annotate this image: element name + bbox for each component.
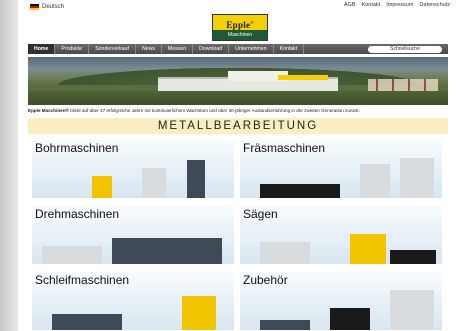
company-tagline: Epple Maschinen® blickt auf über 47 erfo… bbox=[28, 108, 448, 113]
nav-home[interactable]: Home bbox=[28, 44, 56, 54]
tile-title: Fräsmaschinen bbox=[243, 141, 326, 155]
top-links: AGB Kontakt Impressum Datenschutz bbox=[344, 2, 450, 8]
lathe-image bbox=[42, 246, 102, 264]
page-left-edge bbox=[0, 0, 18, 331]
mill-table-image bbox=[260, 184, 340, 198]
nav-sonderverkauf[interactable]: Sonderverkauf bbox=[89, 44, 136, 54]
site-content: Deutsch AGB Kontakt Impressum Datenschut… bbox=[22, 0, 452, 331]
logo-name: Epple bbox=[226, 20, 251, 30]
tile-title: Schleifmaschinen bbox=[35, 273, 130, 287]
category-tile-schleifmaschinen[interactable]: Schleifmaschinen bbox=[32, 272, 234, 330]
grinder-image bbox=[52, 314, 122, 330]
drill-machine-image bbox=[187, 160, 205, 198]
main-nav: Home Produkte Sonderverkauf News Messen … bbox=[28, 44, 448, 54]
nav-produkte[interactable]: Produkte bbox=[55, 44, 90, 54]
section-title: METALLBEARBEITUNG bbox=[28, 118, 448, 134]
saw-image bbox=[350, 234, 386, 264]
mill-machine-image bbox=[400, 158, 434, 198]
drill-machine-image bbox=[142, 168, 166, 198]
tile-title: Bohrmaschinen bbox=[35, 141, 119, 155]
link-datenschutz[interactable]: Datenschutz bbox=[419, 2, 450, 8]
logo-sub: Maschinen bbox=[227, 32, 253, 38]
accessory-image bbox=[330, 308, 370, 330]
nav-kontakt[interactable]: Kontakt bbox=[274, 44, 305, 54]
link-agb[interactable]: AGB bbox=[344, 2, 356, 8]
nav-download[interactable]: Download bbox=[193, 44, 230, 54]
tagline-brand: Epple Maschinen® bbox=[28, 108, 69, 113]
hero-ground bbox=[28, 91, 448, 105]
german-flag-icon bbox=[30, 4, 39, 10]
tile-title: Drehmaschinen bbox=[35, 207, 120, 221]
mill-machine-image bbox=[360, 164, 390, 198]
search-input[interactable]: Schnellsuche bbox=[368, 45, 442, 53]
lathe-image bbox=[112, 238, 222, 264]
tile-title: Zubehör bbox=[243, 273, 288, 287]
saw-image bbox=[390, 250, 436, 264]
grinder-image bbox=[182, 296, 216, 330]
category-tile-fraesmaschinen[interactable]: Fräsmaschinen bbox=[240, 140, 442, 198]
drill-machine-image bbox=[92, 176, 112, 198]
category-tile-saegen[interactable]: Sägen bbox=[240, 206, 442, 264]
language-selector[interactable]: Deutsch bbox=[30, 2, 64, 12]
link-impressum[interactable]: Impressum bbox=[386, 2, 413, 8]
category-tile-drehmaschinen[interactable]: Drehmaschinen bbox=[32, 206, 234, 264]
site-logo[interactable]: Epple® Maschinen bbox=[212, 14, 268, 41]
tile-title: Sägen bbox=[243, 207, 278, 221]
accessory-image bbox=[390, 290, 434, 330]
saw-image bbox=[260, 242, 310, 264]
tagline-text: blickt auf über 47 erfolgreiche Jahre mi… bbox=[68, 108, 360, 113]
category-tile-bohrmaschinen[interactable]: Bohrmaschinen bbox=[32, 140, 234, 198]
nav-unternehmen[interactable]: Unternehmen bbox=[229, 44, 274, 54]
hero-yellow-stripe bbox=[278, 75, 328, 80]
language-label: Deutsch bbox=[42, 4, 65, 10]
link-kontakt[interactable]: Kontakt bbox=[362, 2, 381, 8]
category-tile-zubehoer[interactable]: Zubehör bbox=[240, 272, 442, 330]
browser-page: Deutsch AGB Kontakt Impressum Datenschut… bbox=[0, 0, 456, 331]
nav-news[interactable]: News bbox=[136, 44, 162, 54]
accessory-image bbox=[260, 320, 310, 330]
nav-messen[interactable]: Messen bbox=[162, 44, 194, 54]
top-bar: Deutsch AGB Kontakt Impressum Datenschut… bbox=[22, 0, 452, 14]
hero-image bbox=[28, 57, 448, 105]
